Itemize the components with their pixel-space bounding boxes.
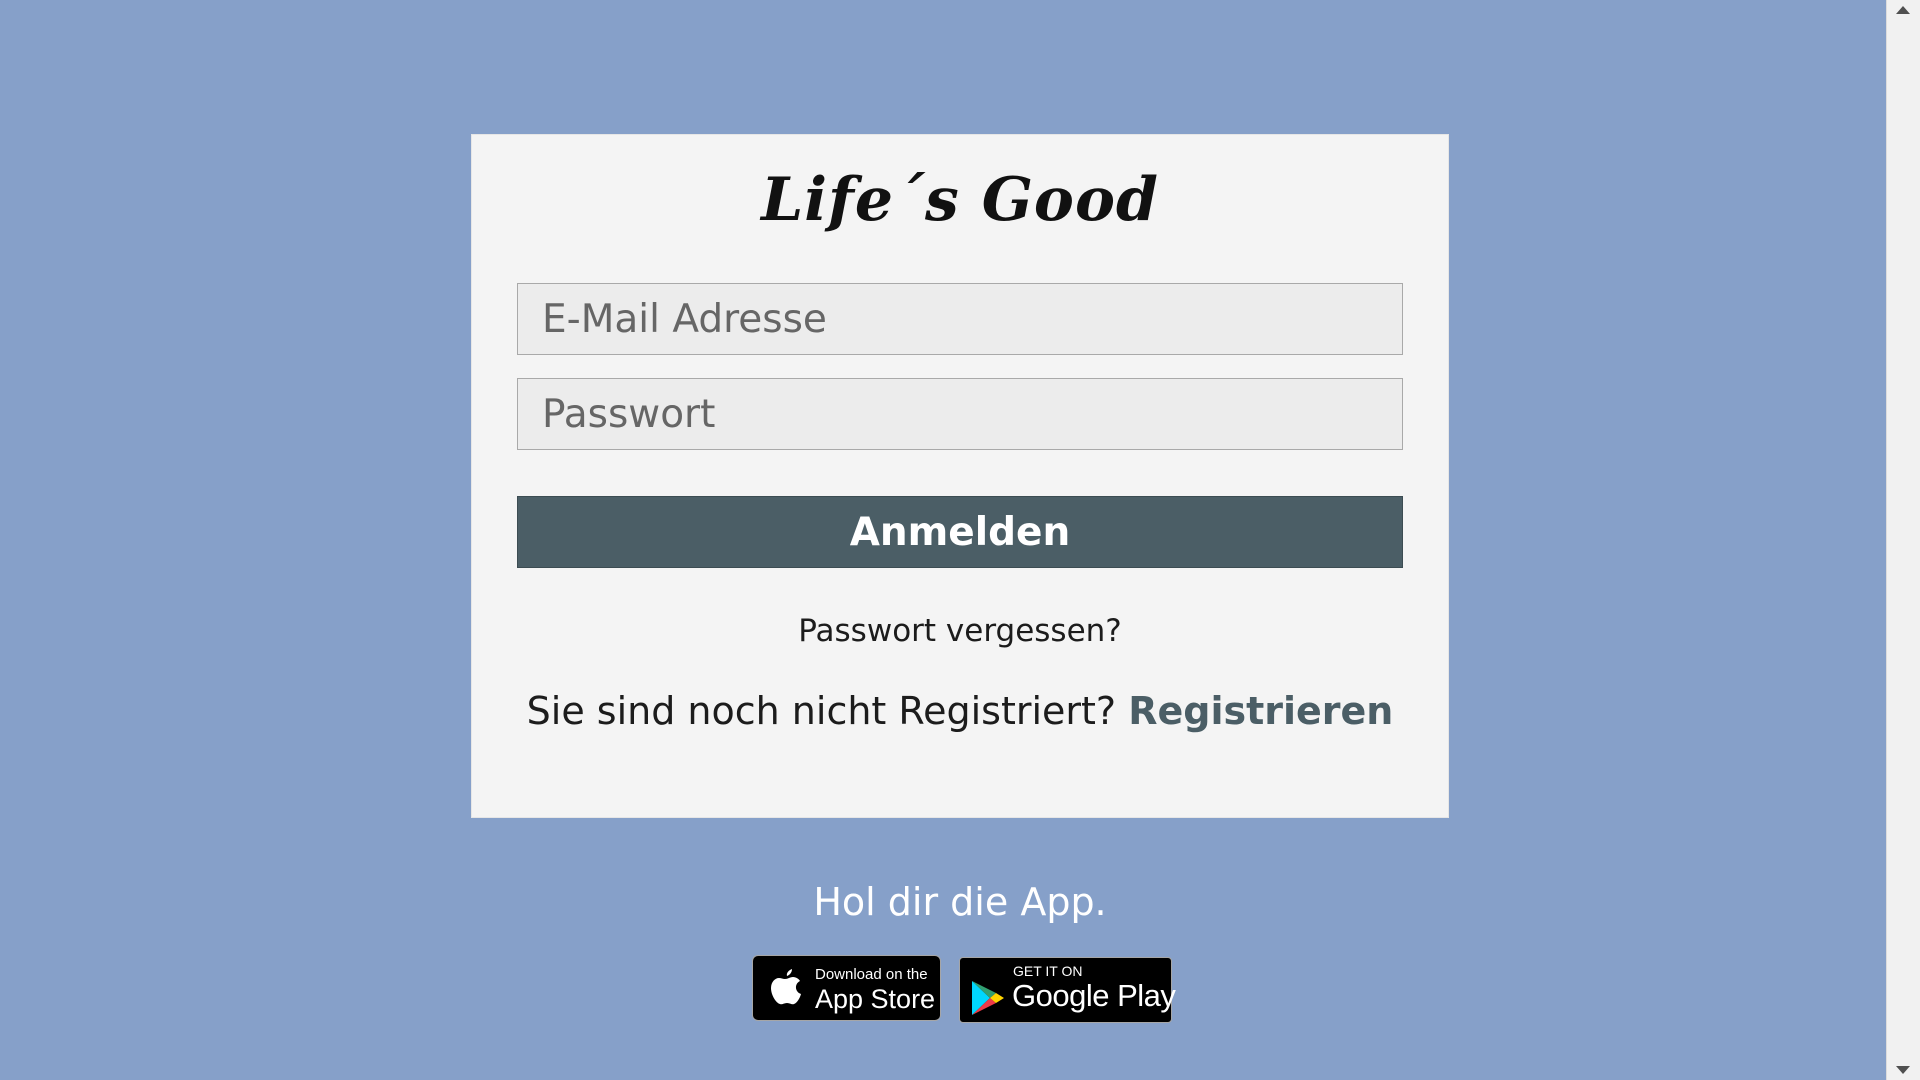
- email-input[interactable]: [517, 283, 1403, 355]
- app-store-big-text: App Store: [815, 984, 936, 1014]
- register-prompt: Sie sind noch nicht Registriert?: [526, 689, 1117, 733]
- app-store-badge[interactable]: Download on the App Store: [752, 955, 941, 1021]
- app-store-small-text: Download on the: [815, 966, 928, 983]
- google-play-big-text: Google Play: [1012, 978, 1176, 1013]
- register-row: Sie sind noch nicht Registriert? Registr…: [472, 689, 1448, 733]
- scroll-down-arrow-icon[interactable]: [1896, 1066, 1910, 1074]
- brand-logo-text: Life´s Good: [761, 165, 1159, 235]
- register-link[interactable]: Registrieren: [1128, 689, 1393, 733]
- get-app-heading: Hol dir die App.: [813, 880, 1107, 924]
- google-play-badge[interactable]: GET IT ON Google Play: [959, 957, 1176, 1023]
- password-input[interactable]: [517, 378, 1403, 450]
- apple-logo-icon: [771, 969, 801, 1005]
- forgot-password-link[interactable]: Passwort vergessen?: [472, 613, 1448, 649]
- scroll-up-arrow-icon[interactable]: [1896, 6, 1910, 14]
- login-card: Life´s Good Anmelden Passwort vergessen?…: [471, 134, 1449, 818]
- google-play-logo-icon: [972, 981, 1004, 1015]
- google-play-small-text: GET IT ON: [1013, 963, 1083, 979]
- login-button[interactable]: Anmelden: [517, 496, 1403, 568]
